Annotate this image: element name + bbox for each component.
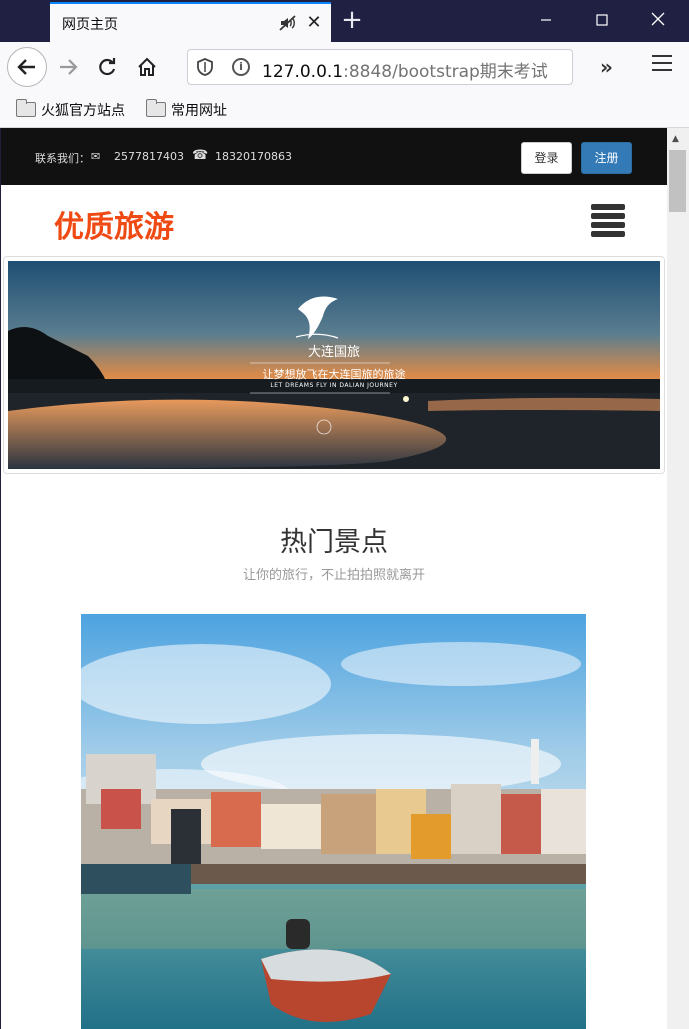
phone-icon: ☎ [192,148,209,163]
shield-icon[interactable] [196,58,214,76]
section-subtitle: 让你的旅行，不止拍拍照就离开 [242,568,425,583]
window-close-icon[interactable] [630,0,686,42]
page-viewport: 联系我们： ✉ 2577817403 ☎ 18320170863 登录 注册 优… [1,128,667,1029]
contact-label: 联系我们： [35,152,90,165]
register-button[interactable]: 注册 [581,142,632,174]
banner-subtitle-en: LET DREAMS FLY IN DALIAN JOURNEY [270,382,398,389]
home-icon[interactable] [129,49,165,85]
banner-subtitle: 让梦想放飞在大连国旅的旅途 [262,368,406,381]
reload-icon[interactable] [89,49,125,85]
menu-icon[interactable] [652,55,672,73]
scrollbar[interactable]: ▲ [667,128,689,1029]
phone-number: 18320170863 [215,150,292,163]
folder-icon [146,99,166,117]
section-title: 热门景点 [280,527,388,558]
mail-icon: ✉ [91,150,101,163]
back-icon[interactable] [7,47,47,87]
bookmark-firefox[interactable]: 火狐官方站点 [16,99,125,120]
close-icon[interactable]: ✕ [304,12,324,33]
browser-navbar: i 127.0.0.1:8848/bootstrap期末考试 ••• » [0,42,689,92]
banner-image: 大连国旅 让梦想放飞在大连国旅的旅途 LET DREAMS FLY IN DAL… [8,261,660,469]
mute-icon[interactable] [278,13,298,33]
folder-icon [16,99,36,117]
info-icon[interactable]: i [232,58,250,76]
plus-icon[interactable]: + [338,6,366,34]
hamburger-icon[interactable] [591,204,625,238]
bookmark-common[interactable]: 常用网址 [146,99,227,120]
tab-title: 网页主页 [62,17,118,33]
url-bar[interactable]: i 127.0.0.1:8848/bootstrap期末考试 ••• [187,49,573,85]
maximize-icon[interactable] [574,0,630,42]
qq-number: 2577817403 [114,150,184,163]
scrollbar-thumb[interactable] [669,150,686,212]
browser-tab[interactable]: 网页主页 ✕ [50,2,331,42]
overflow-icon[interactable]: » [600,55,613,79]
contact-topbar: 联系我们： ✉ 2577817403 ☎ 18320170863 登录 注册 [1,128,667,185]
bookmarks-bar: 火狐官方站点 常用网址 [0,92,689,128]
url-text[interactable]: 127.0.0.1:8848/bootstrap期末考试 [262,57,548,82]
browser-titlebar: 网页主页 ✕ + [0,0,689,42]
forward-icon[interactable] [50,49,86,85]
banner-title: 大连国旅 [307,345,360,360]
spot-image[interactable] [81,614,586,1029]
banner-carousel[interactable]: 大连国旅 让梦想放飞在大连国旅的旅途 LET DREAMS FLY IN DAL… [3,256,665,474]
scroll-up-icon[interactable]: ▲ [672,134,679,144]
login-button[interactable]: 登录 [521,142,572,174]
minimize-icon[interactable] [518,0,574,42]
brand-logo[interactable]: 优质旅游 [54,202,174,246]
